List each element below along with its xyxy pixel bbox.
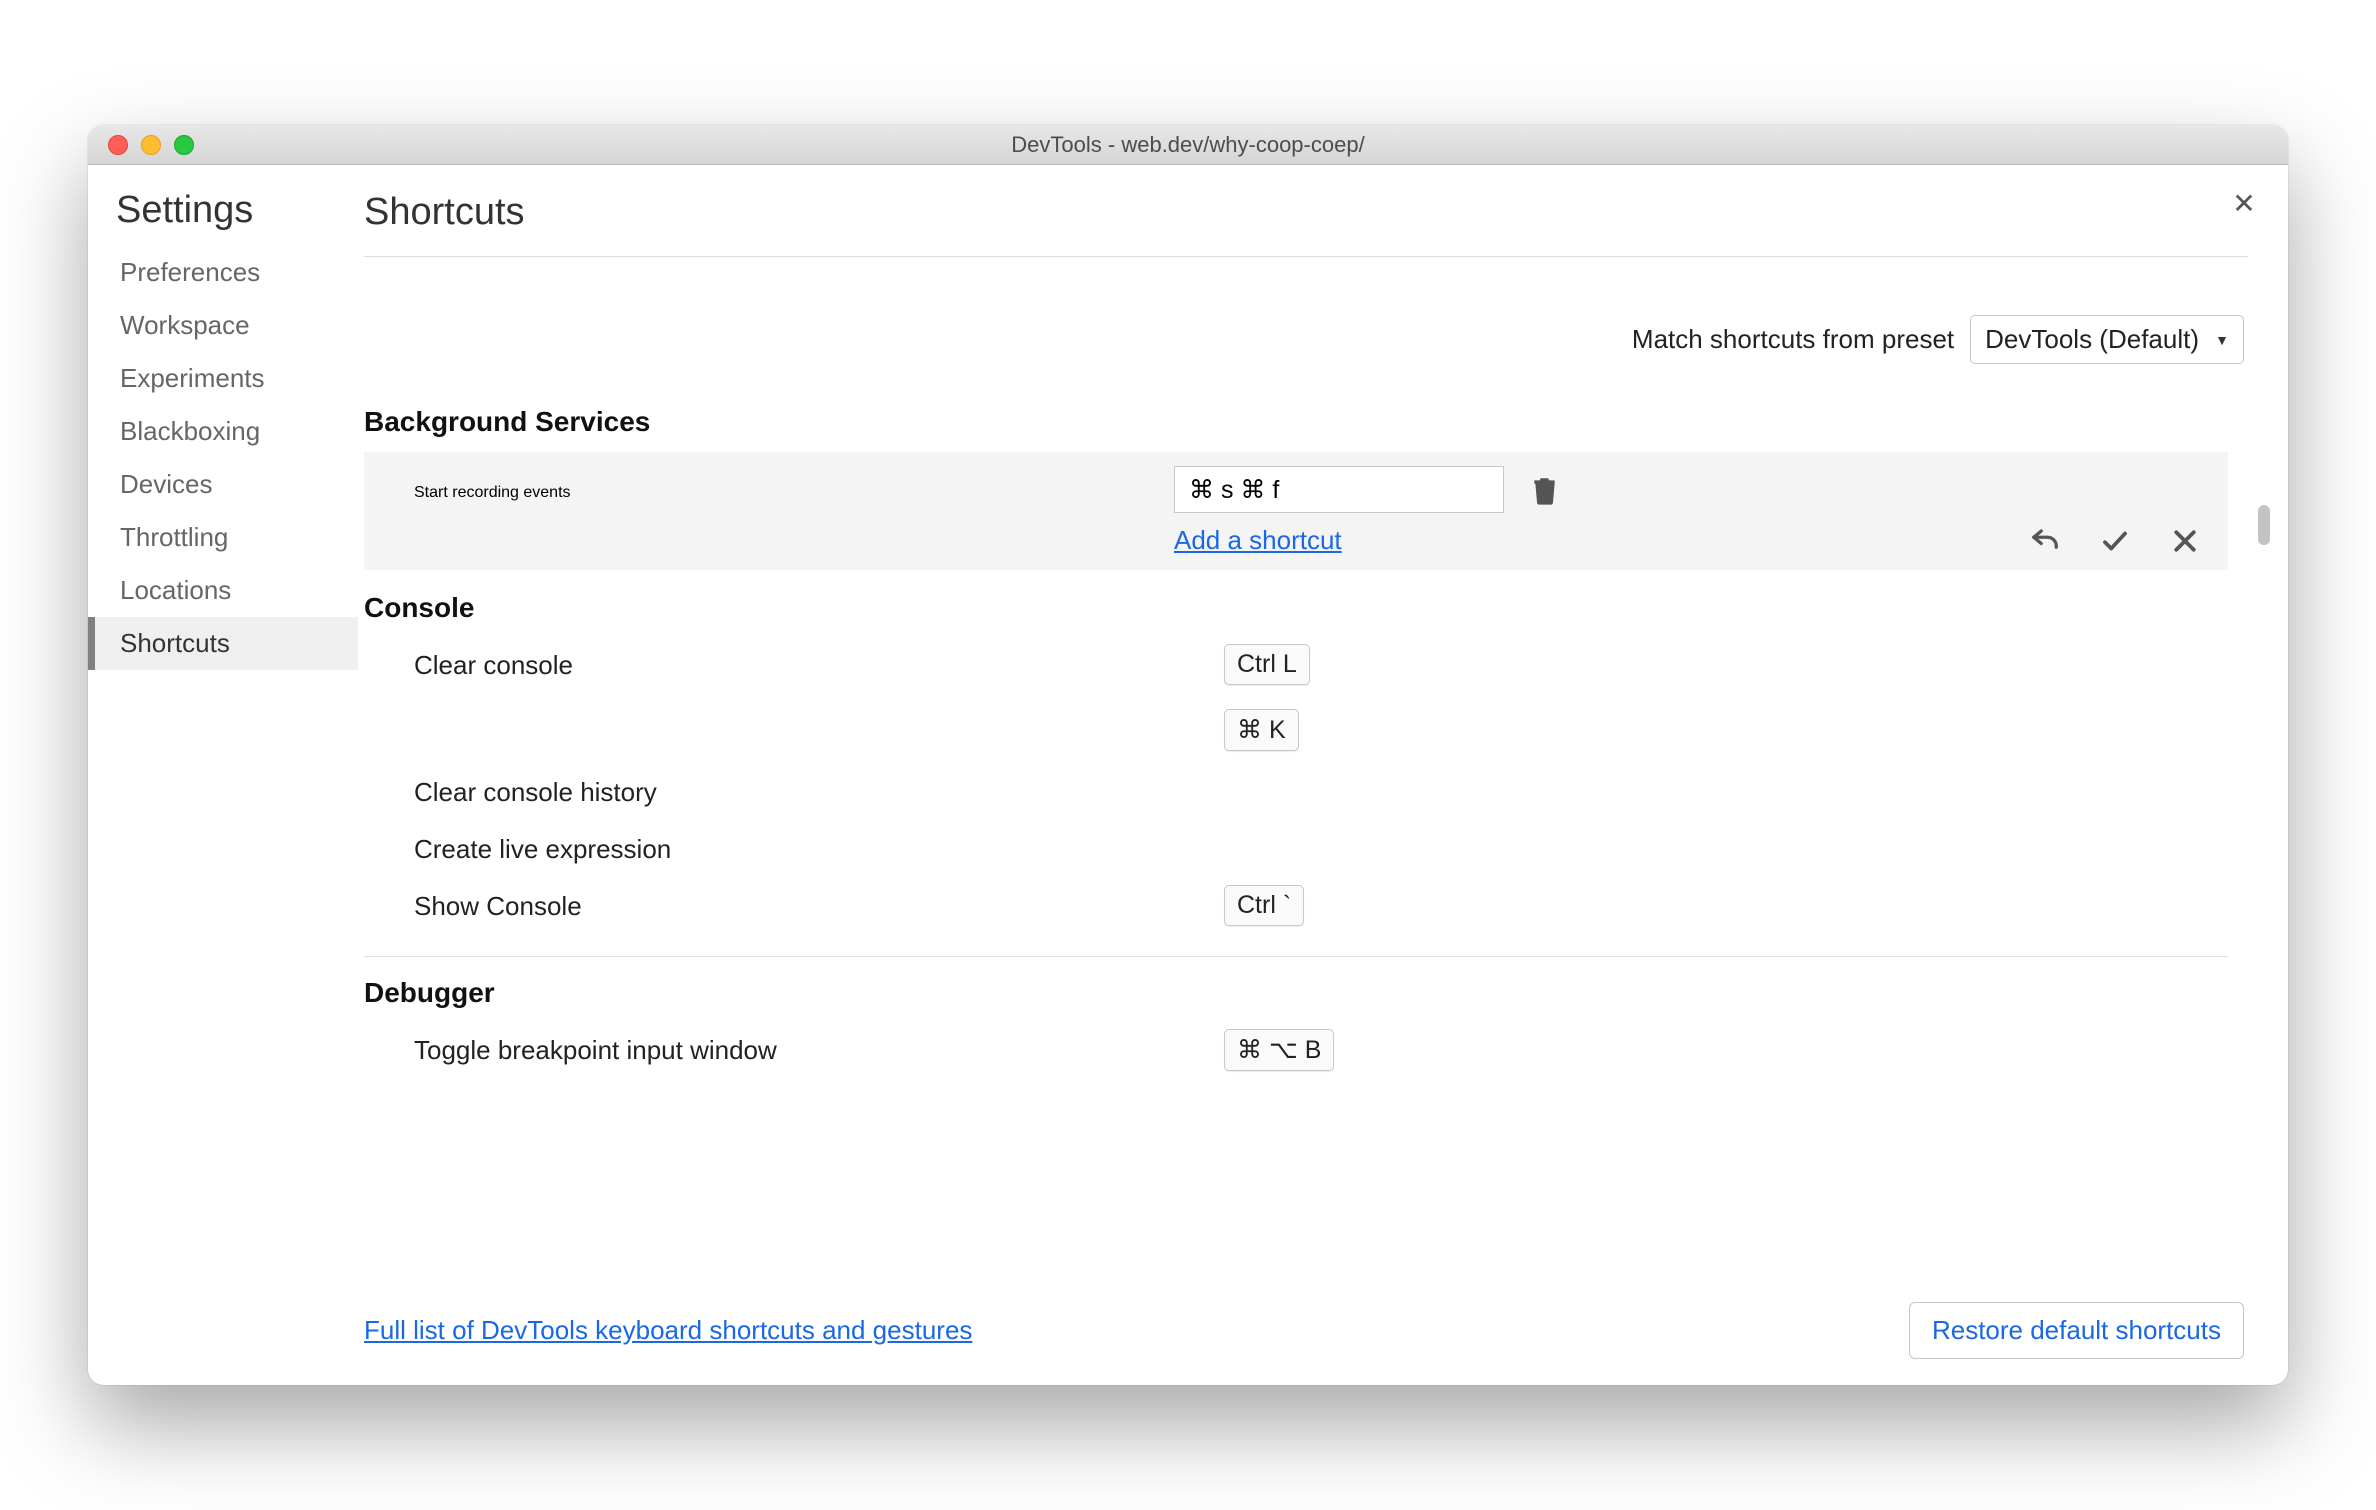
shortcut-label-start-recording: Start recording events bbox=[414, 478, 1174, 502]
shortcut-label: Show Console bbox=[414, 885, 1224, 922]
sidebar-item-throttling[interactable]: Throttling bbox=[88, 511, 358, 564]
key-chip[interactable]: Ctrl ` bbox=[1224, 885, 1304, 926]
shortcut-row: Clear console history bbox=[364, 761, 2228, 818]
footer: Full list of DevTools keyboard shortcuts… bbox=[364, 1278, 2248, 1361]
app-window: DevTools - web.dev/why-coop-coep/ ✕ Sett… bbox=[88, 125, 2288, 1385]
confirm-icon[interactable] bbox=[2100, 526, 2130, 556]
page-title: Shortcuts bbox=[364, 191, 2248, 234]
full-list-link[interactable]: Full list of DevTools keyboard shortcuts… bbox=[364, 1315, 972, 1346]
shortcut-row: Clear console Ctrl L ⌘ K bbox=[364, 634, 2228, 761]
shortcut-edit-block: Start recording events Add a shortcut bbox=[364, 452, 2228, 570]
shortcut-label: Toggle breakpoint input window bbox=[414, 1029, 1224, 1066]
preset-select[interactable]: DevTools (Default) bbox=[1970, 315, 2244, 364]
shortcut-row: Toggle breakpoint input window ⌘ ⌥ B bbox=[364, 1019, 2228, 1081]
cancel-icon[interactable] bbox=[2170, 526, 2200, 556]
settings-sidebar: Settings Preferences Workspace Experimen… bbox=[88, 165, 358, 1385]
key-chip[interactable]: Ctrl L bbox=[1224, 644, 1310, 685]
window-title: DevTools - web.dev/why-coop-coep/ bbox=[88, 132, 2288, 158]
section-background-services: Background Services bbox=[364, 394, 2228, 448]
sidebar-item-preferences[interactable]: Preferences bbox=[88, 246, 358, 299]
window-max-dot[interactable] bbox=[174, 135, 194, 155]
main-pane: Shortcuts Match shortcuts from preset De… bbox=[358, 165, 2288, 1385]
shortcut-input[interactable] bbox=[1174, 466, 1504, 513]
preset-value: DevTools (Default) bbox=[1985, 324, 2199, 355]
sidebar-item-shortcuts[interactable]: Shortcuts bbox=[88, 617, 358, 670]
shortcut-row: Create live expression bbox=[364, 818, 2228, 875]
section-debugger: Debugger bbox=[364, 965, 2228, 1019]
shortcut-row: Show Console Ctrl ` bbox=[364, 875, 2228, 936]
sidebar-item-experiments[interactable]: Experiments bbox=[88, 352, 358, 405]
delete-shortcut-icon[interactable] bbox=[1532, 475, 1558, 505]
add-shortcut-link[interactable]: Add a shortcut bbox=[1174, 525, 1342, 556]
section-divider bbox=[364, 956, 2228, 957]
window-close-dot[interactable] bbox=[108, 135, 128, 155]
restore-defaults-button[interactable]: Restore default shortcuts bbox=[1909, 1302, 2244, 1359]
key-chip[interactable]: ⌘ ⌥ B bbox=[1224, 1029, 1334, 1071]
shortcut-label: Clear console bbox=[414, 644, 1224, 681]
preset-label: Match shortcuts from preset bbox=[1632, 324, 1954, 355]
titlebar: DevTools - web.dev/why-coop-coep/ bbox=[88, 125, 2288, 165]
sidebar-item-devices[interactable]: Devices bbox=[88, 458, 358, 511]
section-console: Console bbox=[364, 580, 2228, 634]
sidebar-title: Settings bbox=[88, 189, 358, 238]
shortcut-label: Create live expression bbox=[414, 828, 1224, 865]
window-min-dot[interactable] bbox=[141, 135, 161, 155]
sidebar-item-blackboxing[interactable]: Blackboxing bbox=[88, 405, 358, 458]
shortcuts-scroll[interactable]: Background Services Start recording even… bbox=[364, 394, 2248, 1278]
scrollbar-thumb[interactable] bbox=[2258, 505, 2270, 545]
sidebar-item-locations[interactable]: Locations bbox=[88, 564, 358, 617]
close-icon[interactable]: ✕ bbox=[2228, 187, 2260, 219]
shortcut-label: Clear console history bbox=[414, 771, 1224, 808]
undo-icon[interactable] bbox=[2030, 526, 2060, 556]
sidebar-item-workspace[interactable]: Workspace bbox=[88, 299, 358, 352]
key-chip[interactable]: ⌘ K bbox=[1224, 709, 1299, 751]
